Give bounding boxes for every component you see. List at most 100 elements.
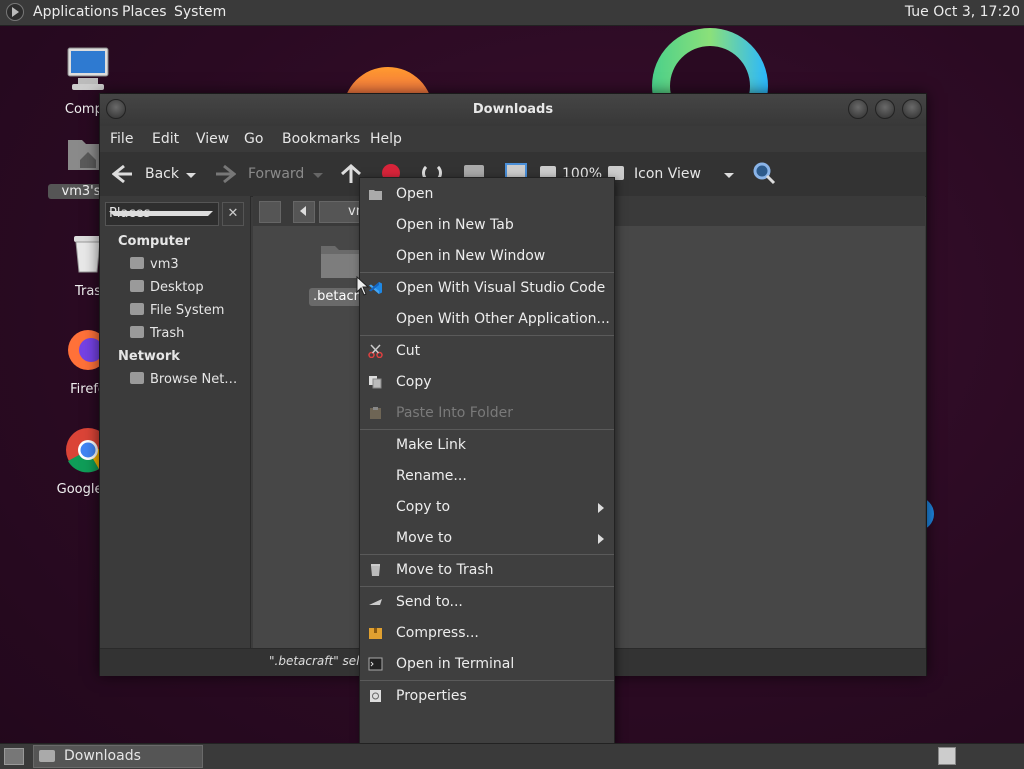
- menu-item-label: Move to: [396, 530, 453, 546]
- menu-item-cut[interactable]: Cut: [360, 338, 614, 366]
- applications-menu[interactable]: Applications: [33, 4, 119, 20]
- menu-item-open-new-tab[interactable]: Open in New Tab: [360, 212, 614, 240]
- clock[interactable]: Tue Oct 3, 17:20: [905, 4, 1020, 20]
- menu-edit[interactable]: Edit: [152, 131, 179, 147]
- properties-icon: [370, 690, 381, 702]
- menu-item-open-other-app[interactable]: Open With Other Application...: [360, 306, 614, 334]
- menu-item-open[interactable]: Open: [360, 181, 614, 209]
- context-menu: Open Open in New Tab Open in New Window …: [359, 177, 615, 745]
- terminal-icon: [368, 657, 383, 671]
- sidebar-item-label: Desktop: [150, 280, 204, 295]
- system-menu[interactable]: System: [174, 4, 226, 20]
- menu-bookmarks[interactable]: Bookmarks: [282, 131, 360, 147]
- menu-item-move-to[interactable]: Move to: [360, 525, 614, 553]
- sidebar-item-label: vm3: [150, 257, 179, 272]
- menu-item-label: Open in Terminal: [396, 656, 515, 672]
- menu-view[interactable]: View: [196, 131, 229, 147]
- maximize-button[interactable]: [875, 99, 895, 119]
- trash-icon: [371, 564, 380, 576]
- menu-item-label: Rename...: [396, 468, 467, 484]
- menu-separator: [360, 272, 614, 273]
- menu-item-label: Make Link: [396, 437, 466, 453]
- folder-icon: [39, 750, 55, 762]
- menu-item-compress[interactable]: Compress...: [360, 620, 614, 648]
- menu-item-move-to-trash[interactable]: Move to Trash: [360, 557, 614, 585]
- menu-separator: [360, 429, 614, 430]
- edit-location-icon[interactable]: [259, 201, 281, 223]
- workspace-switcher[interactable]: [938, 747, 956, 765]
- taskbar-button-downloads[interactable]: Downloads: [33, 745, 203, 768]
- menu-item-open-new-window[interactable]: Open in New Window: [360, 243, 614, 271]
- window-title: Downloads: [472, 102, 554, 117]
- chevron-down-icon: [109, 211, 213, 216]
- menu-item-paste-into-folder[interactable]: Paste Into Folder: [360, 400, 614, 428]
- sidebar-item-label: Browse Net…: [150, 372, 238, 387]
- menu-separator: [360, 335, 614, 336]
- menu-item-send-to[interactable]: Send to...: [360, 589, 614, 617]
- folder-open-icon: [369, 190, 382, 200]
- sidebar-item-file-system[interactable]: File System: [130, 303, 224, 318]
- sidebar-item-trash[interactable]: Trash: [130, 326, 184, 341]
- sidebar-item-vm3[interactable]: vm3: [130, 257, 179, 272]
- back-history-chevron-icon[interactable]: [186, 173, 196, 178]
- sidebar-close-button[interactable]: ✕: [222, 202, 244, 226]
- sidebar-item-desktop[interactable]: Desktop: [130, 280, 204, 295]
- sidebar-item-label: Trash: [150, 326, 185, 341]
- places-menu[interactable]: Places: [122, 4, 167, 20]
- forward-button[interactable]: Forward: [248, 166, 304, 182]
- menu-item-label: Copy: [396, 374, 432, 390]
- sidebar-item-label: File System: [150, 303, 225, 318]
- sidebar-places-select[interactable]: Places: [105, 202, 219, 226]
- menu-item-open-vscode[interactable]: Open With Visual Studio Code: [360, 275, 614, 303]
- menu-separator: [360, 680, 614, 681]
- menu-file[interactable]: File: [110, 131, 133, 147]
- view-mode-select[interactable]: Icon View: [634, 166, 701, 182]
- menu-item-properties[interactable]: Properties: [360, 683, 614, 711]
- menu-item-label: Move to Trash: [396, 562, 494, 578]
- minimize-button[interactable]: [848, 99, 868, 119]
- menu-item-label: Open With Visual Studio Code: [396, 280, 606, 296]
- menu-item-label: Open in New Tab: [396, 217, 514, 233]
- menu-separator: [360, 586, 614, 587]
- menu-help[interactable]: Help: [370, 131, 402, 147]
- menu-item-label: Open in New Window: [396, 248, 546, 264]
- menu-item-copy-to[interactable]: Copy to: [360, 494, 614, 522]
- menu-item-copy[interactable]: Copy: [360, 369, 614, 397]
- close-button[interactable]: [902, 99, 922, 119]
- forward-arrow-icon[interactable]: [214, 164, 236, 184]
- menu-item-label: Open With Other Application...: [396, 311, 610, 327]
- menu-item-label: Paste Into Folder: [396, 405, 514, 421]
- search-icon[interactable]: [752, 161, 776, 185]
- back-button[interactable]: Back: [145, 166, 179, 182]
- desktop-icon: [130, 280, 144, 292]
- menu-logo-icon[interactable]: [6, 3, 24, 21]
- menubar: File Edit View Go Bookmarks Help: [100, 126, 926, 152]
- show-desktop-icon[interactable]: [4, 748, 24, 765]
- window-titlebar[interactable]: Downloads: [100, 94, 926, 126]
- menu-item-label: Cut: [396, 343, 421, 359]
- top-panel: Applications Places System Tue Oct 3, 17…: [0, 0, 1024, 26]
- menu-item-rename[interactable]: Rename...: [360, 463, 614, 491]
- menu-item-make-link[interactable]: Make Link: [360, 432, 614, 460]
- vscode-icon: [369, 282, 382, 294]
- menu-item-label: Open: [396, 186, 434, 202]
- folder-icon[interactable]: [319, 240, 363, 280]
- drive-icon: [130, 303, 144, 315]
- submenu-arrow-icon: [598, 534, 604, 544]
- sidebar: Places ✕ Computer vm3 Desktop File Syste…: [100, 196, 251, 648]
- chevron-left-icon: [300, 206, 306, 216]
- menu-go[interactable]: Go: [244, 131, 263, 147]
- archive-icon: [369, 628, 382, 639]
- menu-item-label: Compress...: [396, 625, 479, 641]
- view-mode-chevron-icon[interactable]: [724, 173, 734, 178]
- forward-history-chevron-icon[interactable]: [313, 173, 323, 178]
- menu-item-open-terminal[interactable]: Open in Terminal: [360, 651, 614, 679]
- mouse-cursor-icon: [356, 276, 370, 296]
- sidebar-item-browse-network[interactable]: Browse Net…: [130, 372, 237, 387]
- taskbar-button-label: Downloads: [64, 748, 141, 764]
- back-arrow-icon[interactable]: [112, 164, 134, 184]
- sidebar-heading-computer: Computer: [118, 234, 191, 249]
- paste-icon: [370, 407, 381, 419]
- submenu-arrow-icon: [598, 503, 604, 513]
- trash-icon: [130, 326, 144, 338]
